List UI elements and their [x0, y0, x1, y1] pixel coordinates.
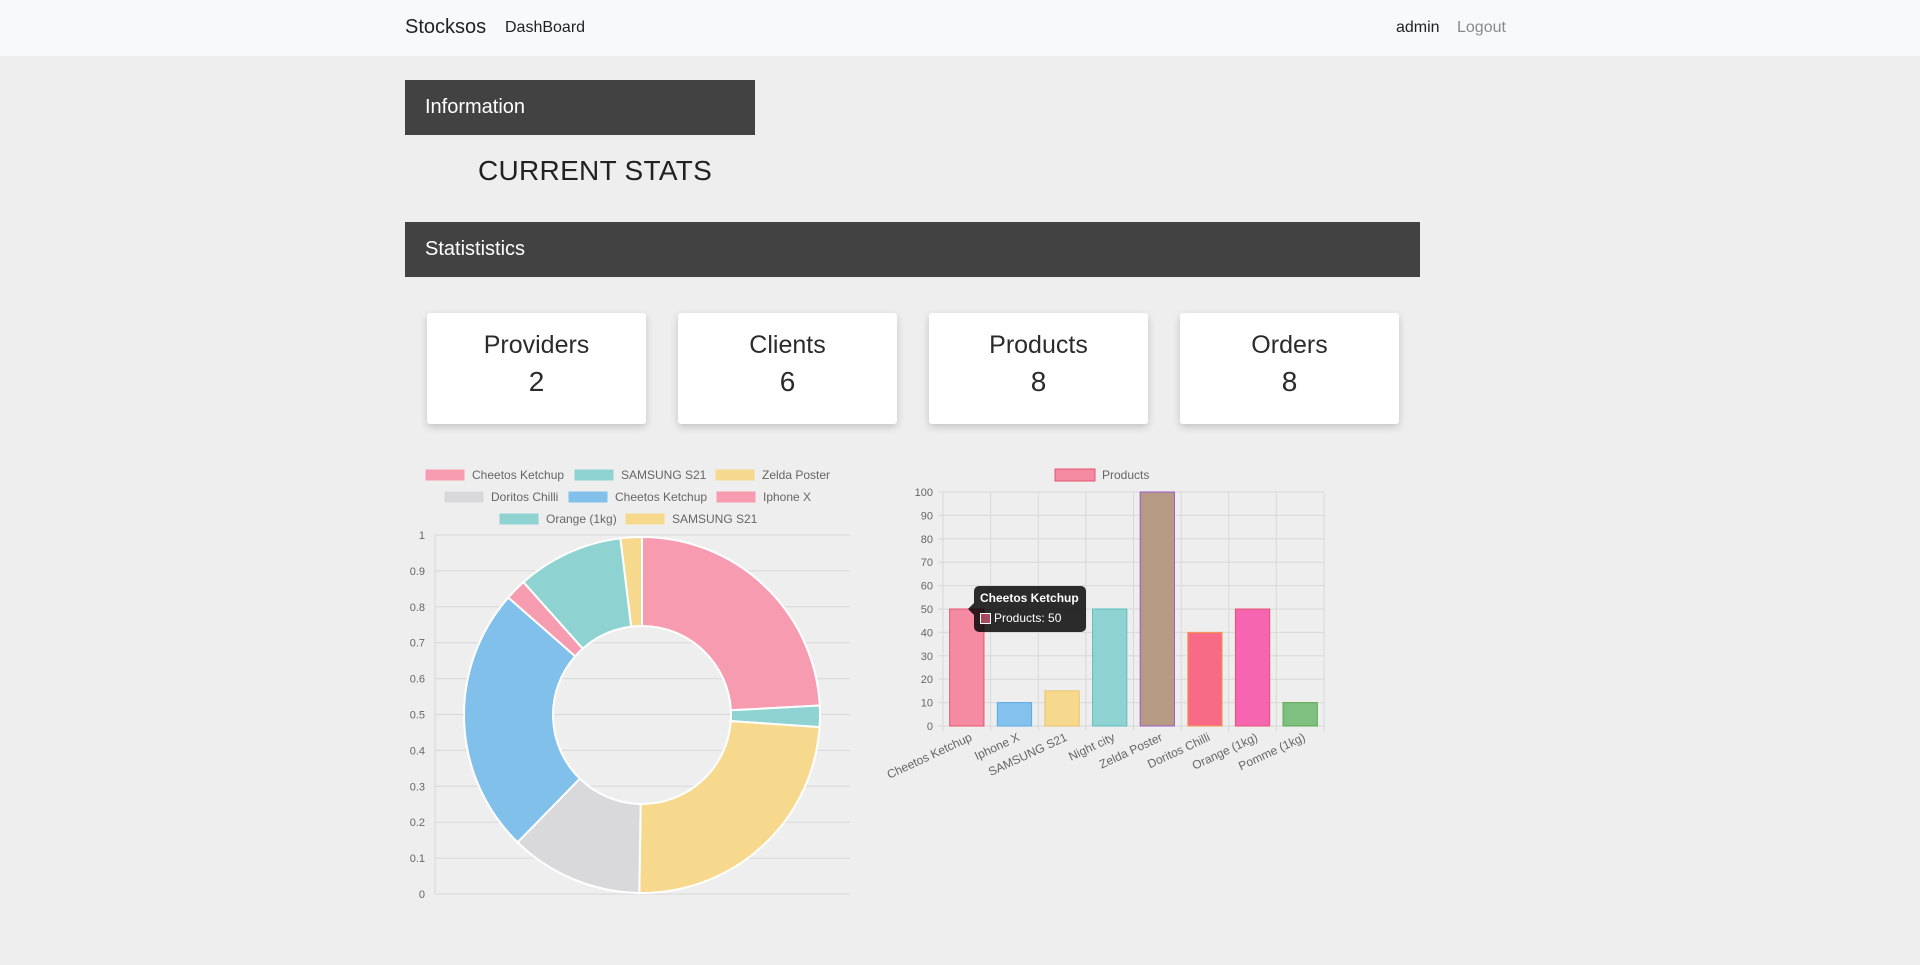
legend-swatch [425, 469, 465, 481]
y-tick-label: 1 [419, 530, 425, 542]
products-bar-chart: Products 0 10 20 30 40 50 60 70 80 90 100 Cheetos Ke… [885, 468, 1325, 782]
legend-swatch [568, 491, 608, 503]
y-tick-label: 0.9 [410, 566, 425, 578]
y-tick-label: 0.8 [410, 602, 425, 614]
orders-card-title: Orders [1251, 331, 1328, 359]
tooltip-swatch [980, 612, 991, 624]
y-tick-label: 0.6 [410, 674, 425, 686]
legend-label: Cheetos Ketchup [615, 490, 707, 504]
logout-link[interactable]: Logout [1457, 19, 1506, 37]
y-tick-label: 20 [921, 674, 933, 686]
bar [1282, 702, 1318, 727]
information-title: Information [425, 96, 526, 118]
providers-card-title: Providers [483, 331, 590, 359]
legend-swatch [625, 513, 665, 525]
y-tick-label: 0.2 [410, 817, 425, 829]
y-tick-label: 0.5 [410, 710, 425, 722]
x-tick-label: Pomme (1kg) [1236, 730, 1307, 773]
y-tick-label: 0.3 [410, 781, 425, 793]
bar [1092, 608, 1128, 727]
x-tick-label: Cheetos Ketchup [885, 730, 975, 782]
doughnut-slice [619, 535, 643, 628]
y-tick-label: 0.1 [410, 853, 425, 865]
doughnut-slice [729, 704, 821, 729]
providers-card-value: 2 [528, 366, 545, 397]
x-tick-label: Night city [1066, 730, 1117, 764]
tooltip-title: Cheetos Ketchup [980, 591, 1079, 605]
y-tick-label: 90 [921, 510, 933, 522]
doughnut-slice [506, 580, 585, 658]
bar [996, 702, 1033, 727]
bar [1044, 690, 1080, 727]
legend-label: Iphone X [763, 490, 811, 504]
orders-card-value: 8 [1281, 366, 1298, 397]
legend-label: Cheetos Ketchup [472, 468, 564, 482]
information-panel-header: Information [405, 80, 755, 135]
legend-swatch [574, 469, 614, 481]
x-tick-label: Doritos Chilli [1145, 730, 1212, 771]
legend-label: Orange (1kg) [546, 512, 617, 526]
nav-user-link[interactable]: admin [1396, 19, 1440, 37]
y-tick-label: 70 [921, 557, 933, 569]
y-tick-label: 0 [927, 721, 933, 733]
statistics-panel-header: Statististics [405, 222, 1420, 277]
tooltip-label: Products: 50 [994, 611, 1062, 625]
y-tick-label: 80 [921, 534, 933, 546]
y-tick-label: 30 [921, 651, 933, 663]
y-tick-label: 0 [419, 889, 425, 901]
bar [1139, 491, 1175, 727]
x-tick-label: Zelda Poster [1097, 730, 1165, 771]
x-tick-label: Orange (1kg) [1190, 730, 1260, 773]
y-tick-label: 50 [921, 604, 933, 616]
y-tick-label: 10 [921, 698, 933, 710]
clients-card-title: Clients [749, 331, 826, 359]
doughnut-slice [516, 777, 642, 894]
products-card-value: 8 [1030, 366, 1047, 397]
bar [1234, 608, 1271, 727]
y-tick-label: 0.7 [410, 638, 425, 650]
legend-swatch [444, 491, 484, 503]
products-card-title: Products [989, 331, 1088, 359]
y-tick-label: 0.4 [410, 745, 425, 757]
legend-swatch [716, 491, 756, 503]
clients-card-value: 6 [779, 366, 796, 397]
clients-card: Clients 6 [678, 313, 897, 424]
y-tick-label: 100 [915, 487, 933, 499]
providers-card: Providers 2 [427, 313, 646, 424]
legend-swatch [1054, 468, 1096, 482]
legend-label: Doritos Chilli [491, 490, 558, 504]
legend-label: SAMSUNG S21 [621, 468, 707, 482]
legend-label: Products [1102, 468, 1149, 482]
nav-dashboard-link[interactable]: DashBoard [505, 19, 585, 37]
statistics-title: Statististics [425, 238, 526, 260]
x-tick-label: SAMSUNG S21 [986, 730, 1070, 779]
brand-link[interactable]: Stocksos [405, 16, 486, 39]
doughnut-chart: Cheetos Ketchup SAMSUNG S21 Zelda Poster Do… [410, 468, 850, 901]
y-tick-label: 60 [921, 581, 933, 593]
doughnut-slice [522, 537, 633, 651]
doughnut-slice [463, 596, 582, 844]
legend-label: SAMSUNG S21 [672, 512, 758, 526]
x-tick-label: Iphone X [972, 730, 1021, 763]
orders-card: Orders 8 [1180, 313, 1399, 424]
y-tick-label: 40 [921, 627, 933, 639]
current-stats-heading: CURRENT STATS [478, 155, 713, 186]
legend-swatch [499, 513, 539, 525]
bar [1187, 631, 1223, 727]
navbar: Stocksos DashBoard admin Logout [0, 0, 1920, 56]
products-card: Products 8 [929, 313, 1148, 424]
doughnut-slice [638, 720, 821, 894]
legend-swatch [715, 469, 755, 481]
chart-tooltip: Cheetos Ketchup Products: 50 [974, 586, 1086, 632]
doughnut-slice [641, 535, 821, 712]
legend-label: Zelda Poster [762, 468, 830, 482]
